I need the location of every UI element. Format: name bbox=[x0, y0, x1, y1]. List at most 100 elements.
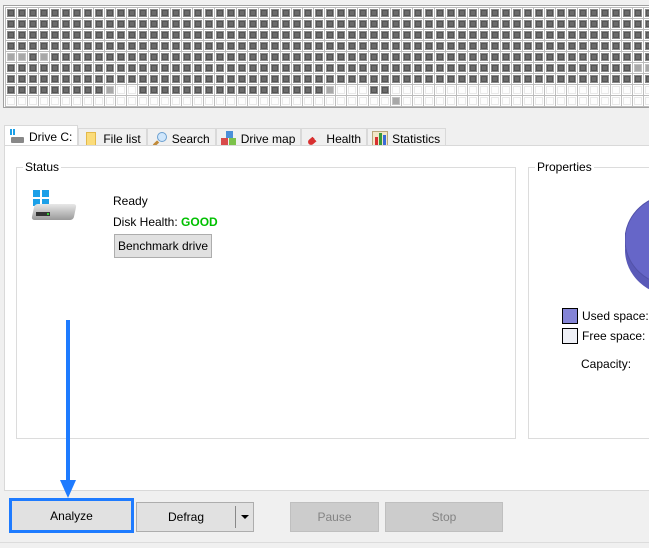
cluster-block bbox=[632, 73, 644, 85]
defrag-button[interactable]: Defrag bbox=[136, 502, 254, 532]
cluster-block bbox=[192, 84, 204, 96]
cluster-block bbox=[38, 51, 50, 63]
cluster-block bbox=[38, 84, 50, 96]
cluster-block bbox=[533, 62, 545, 74]
cluster-block bbox=[93, 29, 105, 41]
cluster-block bbox=[335, 18, 347, 30]
cluster-block bbox=[478, 62, 490, 74]
cluster-block bbox=[5, 62, 17, 74]
cluster-block bbox=[27, 29, 39, 41]
cluster-block bbox=[577, 18, 589, 30]
cluster-block bbox=[544, 51, 556, 63]
cluster-block bbox=[291, 7, 303, 19]
cluster-block bbox=[104, 18, 116, 30]
cluster-block bbox=[467, 62, 479, 74]
cluster-block bbox=[511, 84, 523, 96]
cluster-block bbox=[203, 40, 215, 52]
cluster-block bbox=[71, 73, 83, 85]
arrow-annotation-icon bbox=[60, 320, 76, 498]
cluster-block bbox=[632, 7, 644, 19]
cluster-block bbox=[148, 95, 160, 107]
cluster-block bbox=[181, 73, 193, 85]
defrag-dropdown[interactable] bbox=[235, 506, 253, 528]
cluster-block bbox=[225, 95, 237, 107]
capacity-label: Capacity: bbox=[581, 357, 632, 371]
cluster-block bbox=[522, 7, 534, 19]
cluster-block bbox=[214, 84, 226, 96]
benchmark-drive-button[interactable]: Benchmark drive bbox=[114, 234, 212, 258]
cluster-block bbox=[610, 95, 622, 107]
tab-drive-c[interactable]: Drive C: bbox=[4, 125, 79, 147]
cluster-block bbox=[324, 73, 336, 85]
cluster-block bbox=[643, 84, 649, 96]
cluster-block bbox=[478, 18, 490, 30]
stop-button[interactable]: Stop bbox=[385, 502, 503, 532]
cluster-block bbox=[71, 40, 83, 52]
cluster-block bbox=[302, 84, 314, 96]
cluster-block bbox=[412, 62, 424, 74]
pause-button[interactable]: Pause bbox=[290, 502, 379, 532]
cluster-block bbox=[423, 29, 435, 41]
cluster-block bbox=[335, 51, 347, 63]
cluster-block bbox=[49, 73, 61, 85]
drive-icon bbox=[9, 128, 25, 145]
cluster-block bbox=[247, 84, 259, 96]
cluster-block bbox=[621, 40, 633, 52]
cluster-block bbox=[27, 95, 39, 107]
cluster-block bbox=[280, 62, 292, 74]
cluster-block bbox=[643, 95, 649, 107]
cluster-block bbox=[533, 51, 545, 63]
cluster-block bbox=[401, 95, 413, 107]
cluster-block bbox=[126, 51, 138, 63]
analyze-button[interactable]: Analyze bbox=[9, 498, 134, 533]
cluster-block bbox=[258, 95, 270, 107]
cluster-block bbox=[38, 73, 50, 85]
cluster-block bbox=[203, 51, 215, 63]
disk-health-value: GOOD bbox=[181, 215, 218, 229]
cluster-block bbox=[478, 29, 490, 41]
cluster-block bbox=[522, 29, 534, 41]
properties-title: Properties bbox=[535, 160, 594, 174]
cluster-block bbox=[170, 95, 182, 107]
cluster-block bbox=[247, 7, 259, 19]
cluster-block bbox=[500, 40, 512, 52]
cluster-block bbox=[555, 73, 567, 85]
cluster-block bbox=[445, 29, 457, 41]
cluster-block bbox=[401, 29, 413, 41]
cluster-block bbox=[181, 29, 193, 41]
cluster-block bbox=[258, 51, 270, 63]
cluster-block bbox=[357, 62, 369, 74]
cluster-block bbox=[478, 7, 490, 19]
cluster-block bbox=[489, 40, 501, 52]
cluster-block bbox=[346, 7, 358, 19]
cluster-block bbox=[577, 62, 589, 74]
cluster-map[interactable] bbox=[3, 5, 649, 108]
cluster-block bbox=[71, 62, 83, 74]
cluster-block bbox=[456, 7, 468, 19]
cluster-block bbox=[500, 84, 512, 96]
cluster-block bbox=[236, 51, 248, 63]
cluster-block bbox=[368, 62, 380, 74]
cluster-block bbox=[93, 51, 105, 63]
cluster-block bbox=[236, 7, 248, 19]
cluster-block bbox=[401, 84, 413, 96]
cluster-block bbox=[522, 40, 534, 52]
cluster-block bbox=[533, 18, 545, 30]
cluster-block bbox=[423, 7, 435, 19]
cluster-block bbox=[60, 7, 72, 19]
cluster-block bbox=[236, 95, 248, 107]
cluster-block bbox=[16, 29, 28, 41]
cluster-block bbox=[60, 51, 72, 63]
cluster-block bbox=[324, 29, 336, 41]
cluster-block bbox=[115, 40, 127, 52]
cluster-block bbox=[60, 84, 72, 96]
cluster-block bbox=[357, 7, 369, 19]
cluster-block bbox=[137, 95, 149, 107]
cluster-block bbox=[412, 51, 424, 63]
cluster-block bbox=[148, 73, 160, 85]
cluster-block bbox=[126, 84, 138, 96]
cluster-block bbox=[104, 84, 116, 96]
cluster-block bbox=[401, 73, 413, 85]
cluster-block bbox=[203, 84, 215, 96]
cluster-block bbox=[104, 62, 116, 74]
